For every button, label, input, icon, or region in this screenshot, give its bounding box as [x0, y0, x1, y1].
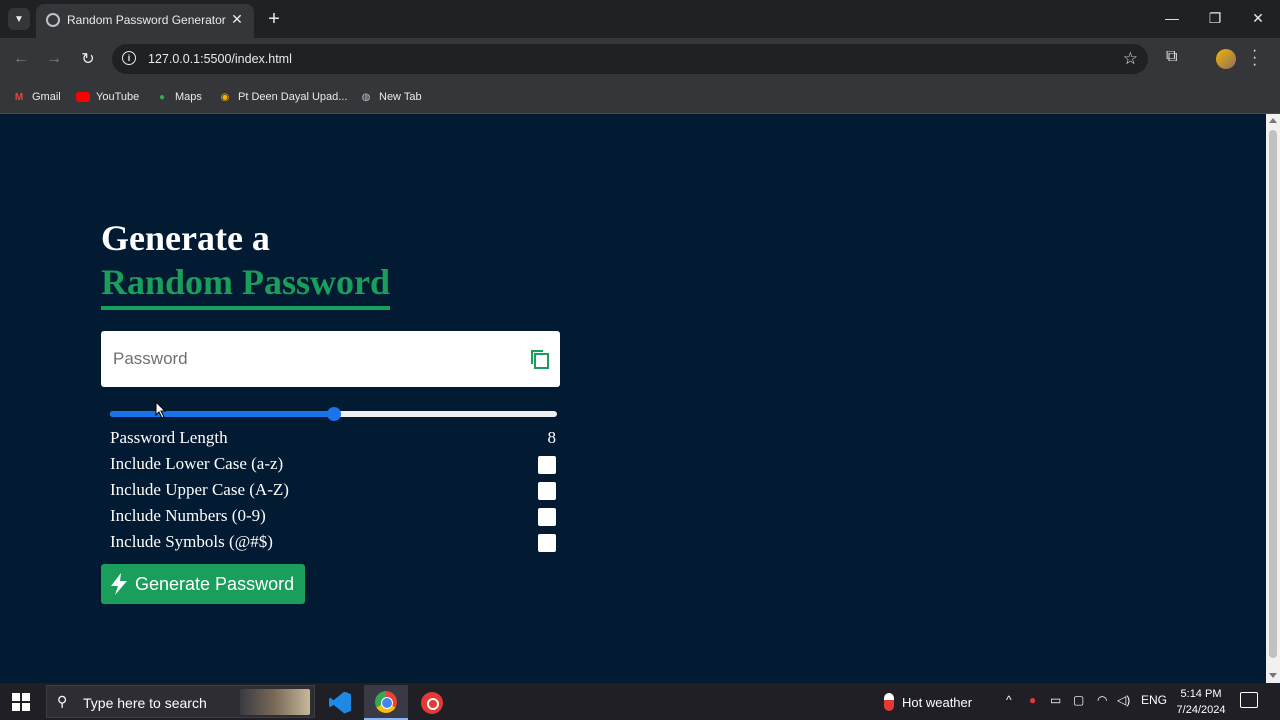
numbers-checkbox[interactable]: [538, 508, 556, 526]
bookmark-label: New Tab: [379, 91, 422, 103]
close-tab-icon[interactable]: ✕: [228, 10, 246, 28]
bookmark-newtab[interactable]: ◍ New Tab: [359, 87, 422, 107]
clock[interactable]: 5:14 PM 7/24/2024: [1170, 686, 1232, 718]
password-field[interactable]: [101, 331, 511, 387]
title-line-2: Random Password: [101, 260, 391, 310]
site-icon: ◉: [220, 91, 230, 103]
thermometer-icon: [884, 693, 894, 711]
tab-search-button[interactable]: ▼: [8, 8, 30, 30]
taskbar: ⚲ Type here to search Hot weather ^ ● ▭ …: [0, 683, 1280, 720]
bookmarks-bar: M Gmail YouTube ● Maps ◉ Pt Deen Dayal U…: [0, 80, 1280, 114]
bookmark-label: Maps: [175, 91, 202, 103]
slider-fill: [110, 411, 334, 417]
back-button[interactable]: ←: [10, 48, 32, 70]
lightning-icon: [111, 573, 127, 595]
record-indicator-icon[interactable]: ●: [1029, 693, 1036, 707]
uppercase-checkbox[interactable]: [538, 482, 556, 500]
weather-widget[interactable]: Hot weather: [884, 693, 972, 711]
site-info-icon[interactable]: i: [122, 51, 136, 65]
generate-button-label: Generate Password: [135, 573, 295, 594]
close-window-button[interactable]: ✕: [1244, 6, 1272, 30]
language-indicator[interactable]: ENG: [1141, 693, 1167, 707]
forward-button[interactable]: →: [43, 48, 65, 70]
length-label: Password Length: [110, 428, 228, 447]
page-scrollbar[interactable]: [1266, 114, 1280, 683]
weather-text: Hot weather: [902, 694, 973, 710]
bookmark-youtube[interactable]: YouTube: [76, 87, 139, 107]
clock-date: 7/24/2024: [1176, 704, 1226, 716]
title-line-1: Generate a: [101, 218, 270, 258]
new-tab-button[interactable]: +: [263, 8, 285, 30]
meet-icon[interactable]: ▢: [1073, 693, 1084, 707]
windows-start-icon[interactable]: [12, 693, 30, 711]
chrome-taskbar-button[interactable]: [364, 685, 408, 720]
restore-button[interactable]: ❐: [1201, 6, 1229, 30]
mouse-cursor-icon: [155, 401, 167, 419]
password-display: [101, 331, 560, 387]
notification-icon[interactable]: [1240, 692, 1258, 708]
globe-icon: ◍: [361, 91, 371, 103]
taskbar-search[interactable]: ⚲ Type here to search: [46, 685, 315, 718]
option-label: Include Numbers (0-9): [110, 506, 266, 525]
extensions-icon[interactable]: ⧉: [1166, 48, 1177, 66]
tab-active[interactable]: Random Password Generator ✕: [36, 4, 254, 38]
bookmark-gmail[interactable]: M Gmail: [12, 87, 61, 107]
youtube-icon: [76, 90, 90, 104]
option-label: Include Symbols (@#$): [110, 532, 273, 551]
recorder-icon: [421, 691, 443, 714]
chrome-icon: [375, 690, 397, 713]
vscode-taskbar-button[interactable]: [318, 685, 362, 720]
tab-bar: ▼ Random Password Generator ✕ + — ❐ ✕: [0, 0, 1280, 38]
maps-icon: ●: [158, 91, 166, 103]
search-highlight-image: [240, 689, 310, 715]
lowercase-checkbox[interactable]: [538, 456, 556, 474]
bookmark-label: Gmail: [32, 91, 61, 103]
scroll-up-icon[interactable]: [1269, 118, 1277, 123]
generate-password-button[interactable]: Generate Password: [101, 564, 305, 604]
tray-chevron-icon[interactable]: ^: [1006, 693, 1012, 707]
scroll-down-icon[interactable]: [1269, 673, 1277, 678]
option-lowercase: Include Lower Case (a-z): [110, 452, 557, 476]
option-uppercase: Include Upper Case (A-Z): [110, 478, 557, 502]
page-title: Generate a Random Password: [101, 216, 391, 310]
browser-toolbar: ← → ↻ i 127.0.0.1:5500/index.html ☆ ⧉ · ·…: [0, 38, 1280, 80]
slider-thumb[interactable]: [326, 407, 341, 421]
copy-icon[interactable]: [529, 348, 551, 370]
length-slider[interactable]: [110, 406, 557, 422]
bookmark-site[interactable]: ◉ Pt Deen Dayal Upad...: [218, 87, 348, 107]
search-icon: ⚲: [57, 693, 68, 709]
gmail-icon: M: [14, 91, 24, 103]
length-value: 8: [547, 428, 557, 447]
bookmark-label: YouTube: [96, 91, 140, 103]
address-bar[interactable]: i 127.0.0.1:5500/index.html ☆: [112, 44, 1148, 74]
bookmark-label: Pt Deen Dayal Upad...: [238, 91, 348, 103]
bookmark-maps[interactable]: ● Maps: [155, 87, 202, 107]
password-length-row: Password Length 8: [110, 426, 557, 450]
vscode-icon: [329, 691, 351, 714]
profile-avatar[interactable]: [1216, 49, 1236, 69]
clock-time: 5:14 PM: [1180, 688, 1222, 700]
option-symbols: Include Symbols (@#$): [110, 530, 557, 554]
symbols-checkbox[interactable]: [538, 534, 556, 552]
volume-icon[interactable]: ◁): [1117, 693, 1130, 707]
wifi-icon[interactable]: ◠: [1097, 693, 1107, 707]
tab-title: Random Password Generator: [67, 13, 226, 27]
battery-icon[interactable]: ▭: [1050, 693, 1061, 707]
scroll-thumb[interactable]: [1269, 130, 1277, 658]
option-label: Include Lower Case (a-z): [110, 454, 284, 473]
option-label: Include Upper Case (A-Z): [110, 480, 289, 499]
menu-dots-icon[interactable]: · · ·: [1252, 43, 1257, 73]
recorder-taskbar-button[interactable]: [410, 685, 454, 720]
url-text: 127.0.0.1:5500/index.html: [148, 52, 292, 66]
minimize-button[interactable]: —: [1158, 6, 1186, 30]
globe-icon: [46, 13, 60, 27]
search-placeholder: Type here to search: [83, 695, 207, 711]
bookmark-star-icon[interactable]: ☆: [1123, 49, 1138, 69]
option-numbers: Include Numbers (0-9): [110, 504, 557, 528]
reload-button[interactable]: ↻: [77, 48, 99, 70]
